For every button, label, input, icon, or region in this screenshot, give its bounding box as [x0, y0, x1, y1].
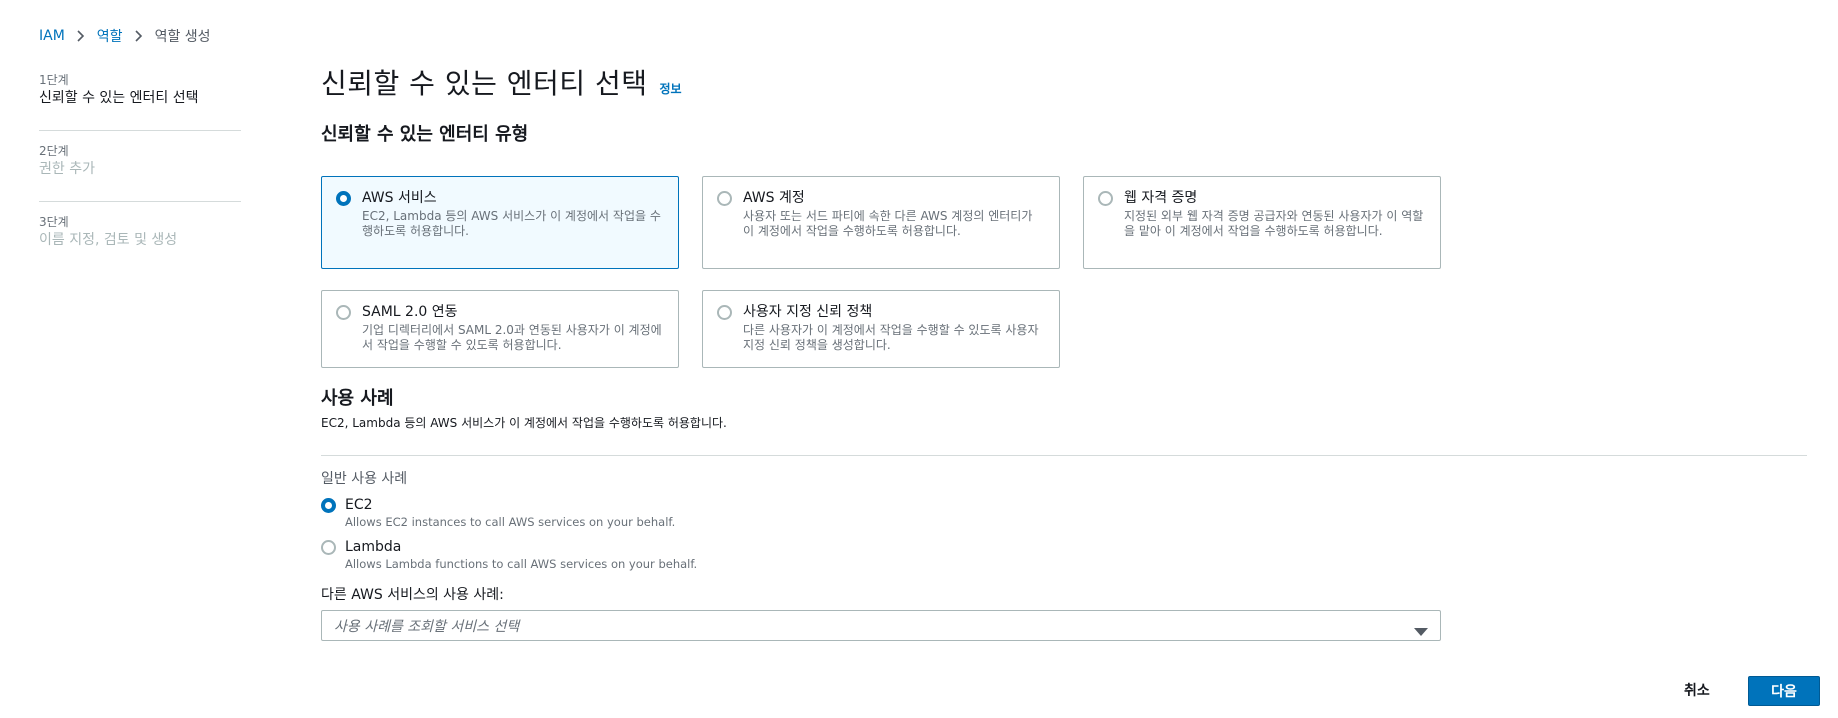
- tile-web-identity[interactable]: 웹 자격 증명 지정된 외부 웹 자격 증명 공급자와 연동된 사용자가 이 역…: [1083, 176, 1441, 269]
- service-select[interactable]: 사용 사례를 조회할 서비스 선택: [321, 610, 1441, 641]
- breadcrumb-iam[interactable]: IAM: [39, 28, 65, 44]
- wizard-step-3: 3단계 이름 지정, 검토 및 생성: [39, 201, 241, 260]
- use-case-heading: 사용 사례: [321, 388, 394, 409]
- main-content: 신뢰할 수 있는 엔터티 선택 정보 신뢰할 수 있는 엔터티 유형 AWS 서…: [321, 62, 1807, 641]
- use-case-option-ec2[interactable]: EC2 Allows EC2 instances to call AWS ser…: [321, 496, 1807, 530]
- info-link[interactable]: 정보: [659, 80, 681, 97]
- tile-description: 지정된 외부 웹 자격 증명 공급자와 연동된 사용자가 이 역할을 맡아 이 …: [1124, 209, 1424, 238]
- step-number: 3단계: [39, 215, 69, 229]
- wizard-step-1: 1단계 신뢰할 수 있는 엔터티 선택: [39, 72, 241, 118]
- chevron-right-icon: [77, 30, 85, 42]
- tile-aws-account[interactable]: AWS 계정 사용자 또는 서드 파티에 속한 다른 AWS 계정의 엔터티가 …: [702, 176, 1060, 269]
- option-description: Allows Lambda functions to call AWS serv…: [345, 557, 698, 571]
- radio-button[interactable]: [1098, 191, 1113, 206]
- caret-down-icon: [1414, 622, 1428, 641]
- use-case-section: 사용 사례 EC2, Lambda 등의 AWS 서비스가 이 계정에서 작업을…: [321, 384, 1807, 641]
- wizard-steps: 1단계 신뢰할 수 있는 엔터티 선택 2단계 권한 추가 3단계 이름 지정,…: [39, 72, 241, 260]
- step-number: 2단계: [39, 144, 69, 158]
- radio-button[interactable]: [321, 540, 336, 555]
- tile-aws-service[interactable]: AWS 서비스 EC2, Lambda 등의 AWS 서비스가 이 계정에서 작…: [321, 176, 679, 269]
- other-service-label: 다른 AWS 서비스의 사용 사례:: [321, 587, 504, 603]
- page-header: 신뢰할 수 있는 엔터티 선택 정보: [321, 62, 1807, 102]
- tile-description: 기업 디렉터리에서 SAML 2.0과 연동된 사용자가 이 계정에서 작업을 …: [362, 323, 662, 352]
- tile-title: 웹 자격 증명: [1124, 190, 1198, 206]
- tile-title: 사용자 지정 신뢰 정책: [743, 304, 873, 320]
- step-title: 이름 지정, 검토 및 생성: [39, 232, 178, 248]
- breadcrumb: IAM 역할 역할 생성: [39, 26, 211, 46]
- step-title: 권한 추가: [39, 161, 95, 177]
- tile-title: SAML 2.0 연동: [362, 304, 458, 320]
- cancel-button[interactable]: 취소: [1684, 680, 1710, 700]
- option-title: Lambda: [345, 539, 402, 555]
- breadcrumb-roles[interactable]: 역할: [97, 26, 123, 46]
- tile-description: 사용자 또는 서드 파티에 속한 다른 AWS 계정의 엔터티가 이 계정에서 …: [743, 209, 1033, 238]
- select-placeholder: 사용 사례를 조회할 서비스 선택: [334, 618, 520, 635]
- tile-description: EC2, Lambda 등의 AWS 서비스가 이 계정에서 작업을 수행하도록…: [362, 209, 661, 238]
- breadcrumb-current: 역할 생성: [154, 29, 211, 45]
- use-case-description: EC2, Lambda 등의 AWS 서비스가 이 계정에서 작업을 수행하도록…: [321, 416, 727, 430]
- common-use-cases-label: 일반 사용 사례: [321, 471, 408, 487]
- page-title: 신뢰할 수 있는 엔터티 선택: [321, 67, 648, 100]
- step-number: 1단계: [39, 73, 69, 87]
- next-button[interactable]: 다음: [1748, 676, 1820, 706]
- page-root: IAM 역할 역할 생성 1단계 신뢰할 수 있는 엔터티 선택 2단계 권한 …: [0, 0, 1838, 718]
- radio-button[interactable]: [321, 498, 336, 513]
- chevron-right-icon: [134, 30, 143, 42]
- wizard-step-2: 2단계 권한 추가: [39, 130, 241, 189]
- step-title: 신뢰할 수 있는 엔터티 선택: [39, 90, 199, 106]
- divider: [321, 455, 1807, 456]
- option-description: Allows EC2 instances to call AWS service…: [345, 515, 676, 529]
- entity-type-heading: 신뢰할 수 있는 엔터티 유형: [321, 124, 529, 145]
- radio-button[interactable]: [336, 191, 351, 206]
- tile-saml-federation[interactable]: SAML 2.0 연동 기업 디렉터리에서 SAML 2.0과 연동된 사용자가…: [321, 290, 679, 368]
- tile-title: AWS 계정: [743, 190, 805, 206]
- tile-custom-trust-policy[interactable]: 사용자 지정 신뢰 정책 다른 사용자가 이 계정에서 작업을 수행할 수 있도…: [702, 290, 1060, 368]
- use-case-option-lambda[interactable]: Lambda Allows Lambda functions to call A…: [321, 538, 1807, 572]
- tile-title: AWS 서비스: [362, 190, 437, 206]
- radio-button[interactable]: [717, 191, 732, 206]
- radio-button[interactable]: [336, 305, 351, 320]
- radio-button[interactable]: [717, 305, 732, 320]
- tile-description: 다른 사용자가 이 계정에서 작업을 수행할 수 있도록 사용자 지정 신뢰 정…: [743, 323, 1039, 352]
- option-title: EC2: [345, 497, 373, 513]
